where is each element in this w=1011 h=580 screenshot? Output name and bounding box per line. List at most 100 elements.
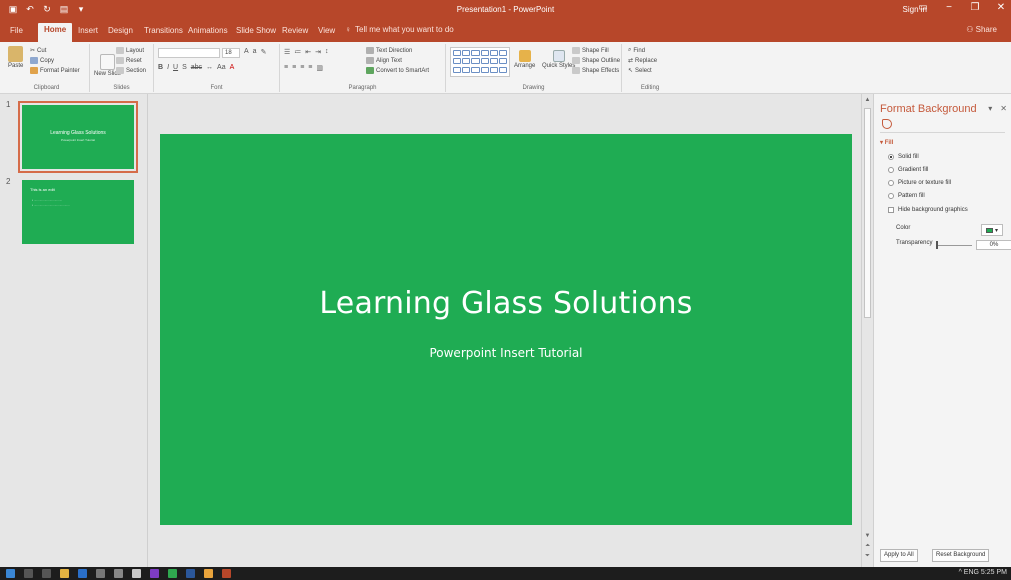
justify-icon[interactable]: ≡: [308, 64, 312, 72]
app-icon[interactable]: [132, 569, 141, 578]
grow-font-icon[interactable]: A: [244, 48, 249, 56]
format-painter-label: Format Painter: [40, 67, 80, 74]
select-button[interactable]: ↖ Select: [628, 67, 652, 75]
quick-styles-button[interactable]: Quick Styles: [542, 50, 575, 69]
transparency-slider-handle[interactable]: [936, 241, 938, 249]
reset-background-button[interactable]: Reset Background: [932, 549, 990, 562]
increase-indent-icon[interactable]: ⇥: [315, 48, 321, 56]
close-button[interactable]: ✕: [995, 2, 1007, 13]
decrease-indent-icon[interactable]: ⇤: [305, 48, 311, 56]
fill-bucket-icon[interactable]: [882, 119, 892, 129]
paste-button[interactable]: Paste: [8, 46, 23, 69]
solid-fill-option[interactable]: Solid fill: [888, 154, 919, 160]
underline-icon[interactable]: U: [173, 64, 178, 71]
color-picker-button[interactable]: ▾: [981, 224, 1003, 236]
arrange-button[interactable]: Arrange: [514, 50, 535, 69]
tab-animations[interactable]: Animations: [182, 24, 234, 42]
maximize-button[interactable]: ❐: [969, 2, 981, 13]
slide-title[interactable]: Learning Glass Solutions: [160, 286, 852, 321]
thumbnail-subtitle: Powerpoint Insert Tutorial: [60, 138, 96, 142]
transparency-value-field[interactable]: 0%: [976, 240, 1011, 250]
onenote-icon[interactable]: [150, 569, 159, 578]
tab-home[interactable]: Home: [38, 23, 73, 42]
pane-options-icon[interactable]: ▾: [988, 104, 992, 113]
slide-subtitle[interactable]: Powerpoint Insert Tutorial: [160, 346, 852, 360]
font-name-box[interactable]: [158, 48, 220, 58]
cut-button[interactable]: ✂ Cut: [30, 47, 46, 55]
task-view-icon[interactable]: [42, 569, 51, 578]
section-button[interactable]: Section: [116, 67, 146, 74]
edge-icon[interactable]: [78, 569, 87, 578]
font-size-box[interactable]: 18: [222, 48, 240, 58]
scroll-down-icon[interactable]: ▼: [863, 532, 872, 541]
picture-texture-fill-option[interactable]: Picture or texture fill: [888, 180, 951, 186]
shadow-icon[interactable]: S: [182, 64, 187, 71]
align-text-button[interactable]: Align Text: [366, 57, 402, 64]
replace-button[interactable]: ⇄ Replace: [628, 57, 657, 65]
format-painter-button[interactable]: Format Painter: [30, 67, 80, 74]
radio-icon: [888, 167, 894, 173]
find-button[interactable]: ⌕ Find: [628, 47, 645, 54]
current-slide[interactable]: Learning Glass Solutions Powerpoint Inse…: [160, 134, 852, 525]
smartart-button[interactable]: Convert to SmartArt: [366, 67, 429, 74]
shape-effects-button[interactable]: Shape Effects: [572, 67, 619, 74]
shrink-font-icon[interactable]: a: [253, 48, 257, 56]
vlc-icon[interactable]: [204, 569, 213, 578]
fill-section-header[interactable]: ▾ Fill: [880, 139, 893, 146]
slide-thumbnail-1[interactable]: Learning Glass Solutions Powerpoint Inse…: [18, 101, 138, 173]
ribbon-display-options-icon[interactable]: ▭: [917, 2, 929, 13]
shape-fill-button[interactable]: Shape Fill: [572, 47, 609, 54]
line-spacing-icon[interactable]: ↕: [325, 48, 329, 56]
shapes-gallery[interactable]: [450, 47, 510, 77]
next-slide-icon[interactable]: ⏷: [863, 552, 872, 561]
windows-taskbar: ^ ENG 5:25 PM: [0, 567, 1011, 580]
start-icon[interactable]: [6, 569, 15, 578]
bullets-icon[interactable]: ☰: [284, 48, 290, 56]
clear-formatting-icon[interactable]: ✎: [261, 48, 267, 56]
change-case-icon[interactable]: Aa: [217, 64, 226, 71]
hide-background-graphics-checkbox[interactable]: Hide background graphics: [888, 207, 968, 213]
pattern-fill-option[interactable]: Pattern fill: [888, 193, 925, 199]
tab-review[interactable]: Review: [276, 24, 314, 42]
font-color-icon[interactable]: A: [230, 64, 235, 71]
numbering-icon[interactable]: ≔: [294, 48, 301, 56]
settings-icon[interactable]: [114, 569, 123, 578]
store-icon[interactable]: [96, 569, 105, 578]
reset-icon: [116, 57, 124, 64]
word-icon[interactable]: [186, 569, 195, 578]
tab-view[interactable]: View: [312, 24, 341, 42]
tab-file[interactable]: File: [4, 24, 29, 42]
bold-icon[interactable]: B: [158, 64, 163, 71]
search-icon[interactable]: [24, 569, 33, 578]
scroll-thumb[interactable]: [864, 108, 871, 318]
transparency-slider-track[interactable]: [936, 245, 972, 246]
align-center-icon[interactable]: ≡: [292, 64, 296, 72]
tab-slide-show[interactable]: Slide Show: [230, 24, 282, 42]
strikethrough-icon[interactable]: abc: [191, 64, 202, 71]
reset-button[interactable]: Reset: [116, 57, 142, 64]
tab-design[interactable]: Design: [102, 24, 139, 42]
previous-slide-icon[interactable]: ⏶: [863, 542, 872, 551]
character-spacing-icon[interactable]: ↔: [206, 64, 213, 71]
file-explorer-icon[interactable]: [60, 569, 69, 578]
italic-icon[interactable]: I: [167, 64, 169, 71]
slide-thumbnail-2[interactable]: This is an edit • ......................…: [22, 180, 134, 244]
pane-close-icon[interactable]: ✕: [1000, 104, 1007, 113]
excel-icon[interactable]: [168, 569, 177, 578]
vertical-scrollbar[interactable]: ▲ ▼ ⏶ ⏷: [861, 94, 873, 567]
columns-icon[interactable]: ▥: [316, 64, 323, 72]
align-left-icon[interactable]: ≡: [284, 64, 288, 72]
shape-outline-button[interactable]: Shape Outline: [572, 57, 620, 64]
tell-me-box[interactable]: ♀ Tell me what you want to do: [345, 25, 454, 34]
align-right-icon[interactable]: ≡: [300, 64, 304, 72]
minimize-button[interactable]: −: [943, 2, 955, 13]
copy-button[interactable]: Copy: [30, 57, 54, 64]
scroll-up-icon[interactable]: ▲: [863, 96, 872, 105]
gradient-fill-option[interactable]: Gradient fill: [888, 167, 928, 173]
share-button[interactable]: ⚇ Share: [966, 25, 997, 34]
apply-to-all-button[interactable]: Apply to All: [880, 549, 918, 562]
text-direction-button[interactable]: Text Direction: [366, 47, 412, 54]
tab-insert[interactable]: Insert: [72, 24, 104, 42]
layout-button[interactable]: Layout: [116, 47, 144, 54]
powerpoint-icon[interactable]: [222, 569, 231, 578]
